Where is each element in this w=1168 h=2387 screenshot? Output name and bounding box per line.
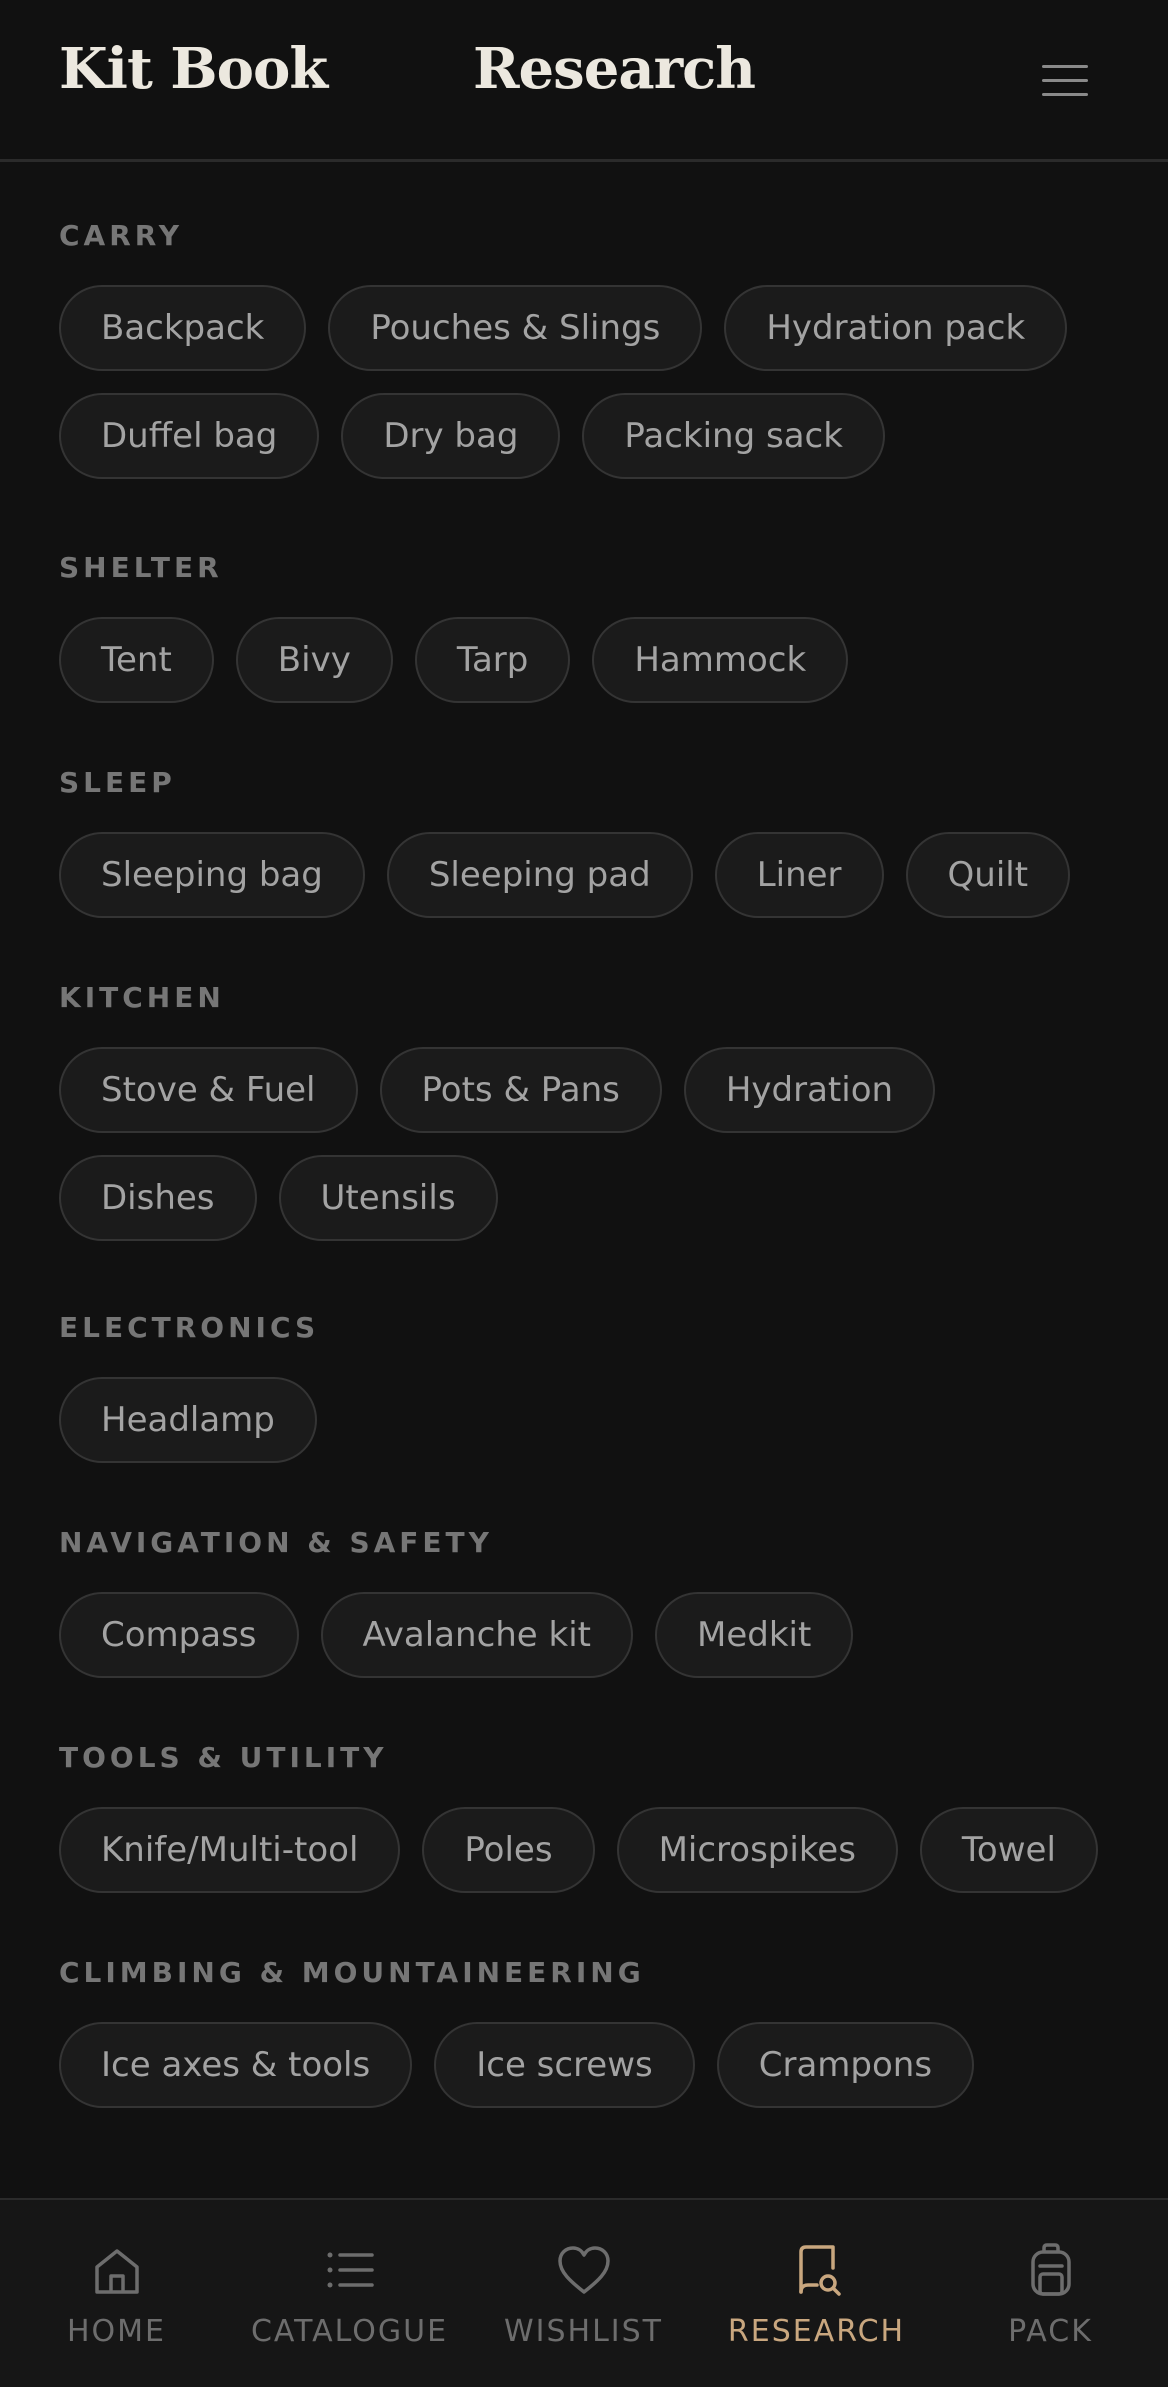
- top-bar: Kit Book Research: [0, 0, 1168, 162]
- section-sleep: SLEEP Sleeping bag Sleeping pad Liner Qu…: [59, 766, 1168, 918]
- chip-group: Backpack Pouches & Slings Hydration pack…: [59, 285, 1119, 479]
- home-icon: [94, 2249, 139, 2294]
- section-kitchen: KITCHEN Stove & Fuel Pots & Pans Hydrati…: [59, 981, 1168, 1241]
- section-electronics: ELECTRONICS Headlamp: [59, 1311, 1168, 1463]
- tab-catalogue[interactable]: CATALOGUE: [233, 2200, 466, 2387]
- chip-bivy[interactable]: Bivy: [235, 617, 393, 703]
- chip-hammock[interactable]: Hammock: [592, 617, 849, 703]
- tab-home[interactable]: HOME: [0, 2200, 233, 2387]
- chip-towel[interactable]: Towel: [919, 1807, 1098, 1893]
- tab-label: CATALOGUE: [250, 2314, 449, 2349]
- bottom-tab-bar: HOME CATALOGUE WISHLIST RESEARCH PACK: [0, 2198, 1168, 2387]
- chip-tent[interactable]: Tent: [59, 617, 214, 703]
- chip-group: Sleeping bag Sleeping pad Liner Quilt: [59, 832, 1119, 918]
- section-title: KITCHEN: [59, 981, 225, 1014]
- section-title: CLIMBING & MOUNTAINEERING: [59, 1956, 645, 1989]
- section-title: CARRY: [59, 219, 184, 252]
- chip-liner[interactable]: Liner: [714, 832, 884, 918]
- chip-dishes[interactable]: Dishes: [59, 1155, 257, 1241]
- section-tools-utility: TOOLS & UTILITY Knife/Multi-tool Poles M…: [59, 1741, 1168, 1893]
- chip-microspikes[interactable]: Microspikes: [616, 1807, 898, 1893]
- chip-quilt[interactable]: Quilt: [905, 832, 1071, 918]
- chip-dry-bag[interactable]: Dry bag: [341, 393, 561, 479]
- chip-packing-sack[interactable]: Packing sack: [582, 393, 885, 479]
- menu-button[interactable]: [1022, 55, 1106, 107]
- chip-medkit[interactable]: Medkit: [655, 1592, 854, 1678]
- section-carry: CARRY Backpack Pouches & Slings Hydratio…: [59, 219, 1168, 479]
- chip-sleeping-pad[interactable]: Sleeping pad: [386, 832, 693, 918]
- tab-label: RESEARCH: [727, 2314, 906, 2349]
- tab-research[interactable]: RESEARCH: [700, 2200, 933, 2387]
- chip-compass[interactable]: Compass: [59, 1592, 299, 1678]
- section-title: NAVIGATION & SAFETY: [59, 1526, 493, 1559]
- book-search-icon: [798, 2245, 841, 2296]
- tab-wishlist[interactable]: WISHLIST: [467, 2200, 700, 2387]
- chip-tarp[interactable]: Tarp: [414, 617, 571, 703]
- chip-group: Headlamp: [59, 1377, 1119, 1463]
- page-title: Research: [473, 36, 756, 102]
- chip-crampons[interactable]: Crampons: [716, 2022, 975, 2108]
- chip-sleeping-bag[interactable]: Sleeping bag: [59, 832, 365, 918]
- chip-pouches-slings[interactable]: Pouches & Slings: [328, 285, 703, 371]
- chip-duffel-bag[interactable]: Duffel bag: [59, 393, 320, 479]
- section-title: TOOLS & UTILITY: [59, 1741, 388, 1774]
- list-icon: [327, 2252, 374, 2288]
- chip-poles[interactable]: Poles: [422, 1807, 595, 1893]
- heart-icon: [557, 2246, 610, 2294]
- chip-hydration-pack[interactable]: Hydration pack: [724, 285, 1068, 371]
- hamburger-icon-line-top: [1042, 65, 1088, 68]
- chip-hydration[interactable]: Hydration: [683, 1047, 936, 1133]
- chip-group: Ice axes & tools Ice screws Crampons: [59, 2022, 1119, 2108]
- tab-label: WISHLIST: [503, 2314, 664, 2349]
- chip-knife-multi-tool[interactable]: Knife/Multi-tool: [59, 1807, 401, 1893]
- category-list: CARRY Backpack Pouches & Slings Hydratio…: [0, 162, 1168, 2198]
- chip-ice-screws[interactable]: Ice screws: [434, 2022, 695, 2108]
- section-title: SLEEP: [59, 766, 176, 799]
- tab-label: HOME: [66, 2314, 166, 2349]
- chip-stove-fuel[interactable]: Stove & Fuel: [59, 1047, 358, 1133]
- tab-pack[interactable]: PACK: [934, 2200, 1167, 2387]
- section-navigation-safety: NAVIGATION & SAFETY Compass Avalanche ki…: [59, 1526, 1168, 1678]
- hamburger-icon-line-middle: [1042, 79, 1088, 82]
- chip-pots-pans[interactable]: Pots & Pans: [379, 1047, 662, 1133]
- chip-group: Stove & Fuel Pots & Pans Hydration Dishe…: [59, 1047, 1119, 1241]
- app-root: Kit Book Research CARRY Backpack Pouches…: [0, 0, 1168, 2387]
- chip-avalanche-kit[interactable]: Avalanche kit: [320, 1592, 634, 1678]
- chip-headlamp[interactable]: Headlamp: [59, 1377, 317, 1463]
- section-title: SHELTER: [59, 551, 223, 584]
- chip-group: Compass Avalanche kit Medkit: [59, 1592, 1119, 1678]
- section-climbing-mountaineering: CLIMBING & MOUNTAINEERING Ice axes & too…: [59, 1956, 1168, 2108]
- hamburger-icon-line-bottom: [1042, 93, 1088, 96]
- section-shelter: SHELTER Tent Bivy Tarp Hammock: [59, 551, 1168, 703]
- chip-utensils[interactable]: Utensils: [278, 1155, 498, 1241]
- chip-group: Knife/Multi-tool Poles Microspikes Towel: [59, 1807, 1119, 1893]
- tab-label: PACK: [1008, 2314, 1093, 2349]
- app-brand[interactable]: Kit Book: [59, 36, 328, 102]
- chip-backpack[interactable]: Backpack: [59, 285, 307, 371]
- backpack-icon: [1030, 2243, 1071, 2296]
- section-title: ELECTRONICS: [59, 1311, 320, 1344]
- chip-ice-axes-tools[interactable]: Ice axes & tools: [59, 2022, 413, 2108]
- chip-group: Tent Bivy Tarp Hammock: [59, 617, 1119, 703]
